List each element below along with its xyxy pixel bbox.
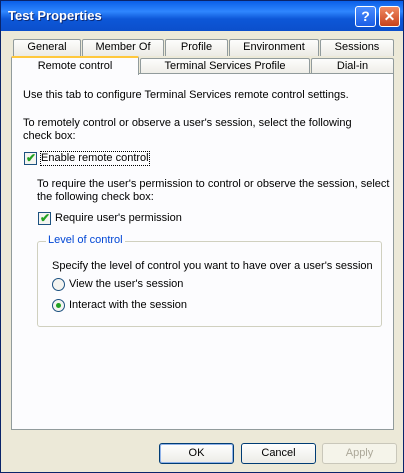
remote-instruction-line2: check box: xyxy=(23,130,76,142)
help-button[interactable]: ? xyxy=(355,6,376,27)
enable-remote-control-label[interactable]: Enable remote control xyxy=(40,151,150,166)
interact-session-label[interactable]: Interact with the session xyxy=(69,299,187,312)
require-permission-label[interactable]: Require user's permission xyxy=(55,212,182,225)
tab-sessions[interactable]: Sessions xyxy=(320,39,394,56)
enable-remote-control-checkbox[interactable]: ✔ xyxy=(24,151,37,165)
tab-profile[interactable]: Profile xyxy=(165,39,228,56)
view-session-radio[interactable] xyxy=(52,278,65,291)
view-session-label[interactable]: View the user's session xyxy=(69,278,183,291)
apply-button[interactable]: Apply xyxy=(322,443,397,464)
title-bar[interactable]: Test Properties ? ✕ xyxy=(1,1,403,31)
close-button[interactable]: ✕ xyxy=(379,6,400,27)
check-icon: ✔ xyxy=(26,151,37,165)
ok-button[interactable]: OK xyxy=(159,443,234,464)
help-icon: ? xyxy=(361,8,370,24)
window-title: Test Properties xyxy=(8,8,102,23)
level-of-control-description: Specify the level of control you want to… xyxy=(52,260,373,272)
interact-session-radio[interactable] xyxy=(52,299,65,312)
remote-instruction-line1: To remotely control or observe a user's … xyxy=(23,117,352,129)
tab-member-of[interactable]: Member Of xyxy=(82,39,164,56)
require-permission-checkbox[interactable]: ✔ xyxy=(38,211,51,225)
tab-environment[interactable]: Environment xyxy=(229,39,319,56)
tab-general[interactable]: General xyxy=(13,39,81,56)
level-of-control-title: Level of control xyxy=(46,234,125,246)
permission-instruction-line1: To require the user's permission to cont… xyxy=(37,178,390,190)
properties-window: Test Properties ? ✕ General Member Of Pr… xyxy=(0,0,404,473)
radio-selected-dot xyxy=(56,303,61,308)
permission-instruction-line2: the following check box: xyxy=(37,191,154,203)
check-icon: ✔ xyxy=(40,211,51,225)
intro-text: Use this tab to configure Terminal Servi… xyxy=(23,89,349,101)
tab-remote-control[interactable]: Remote control xyxy=(11,56,139,75)
close-icon: ✕ xyxy=(383,8,396,24)
cancel-button[interactable]: Cancel xyxy=(241,443,316,464)
